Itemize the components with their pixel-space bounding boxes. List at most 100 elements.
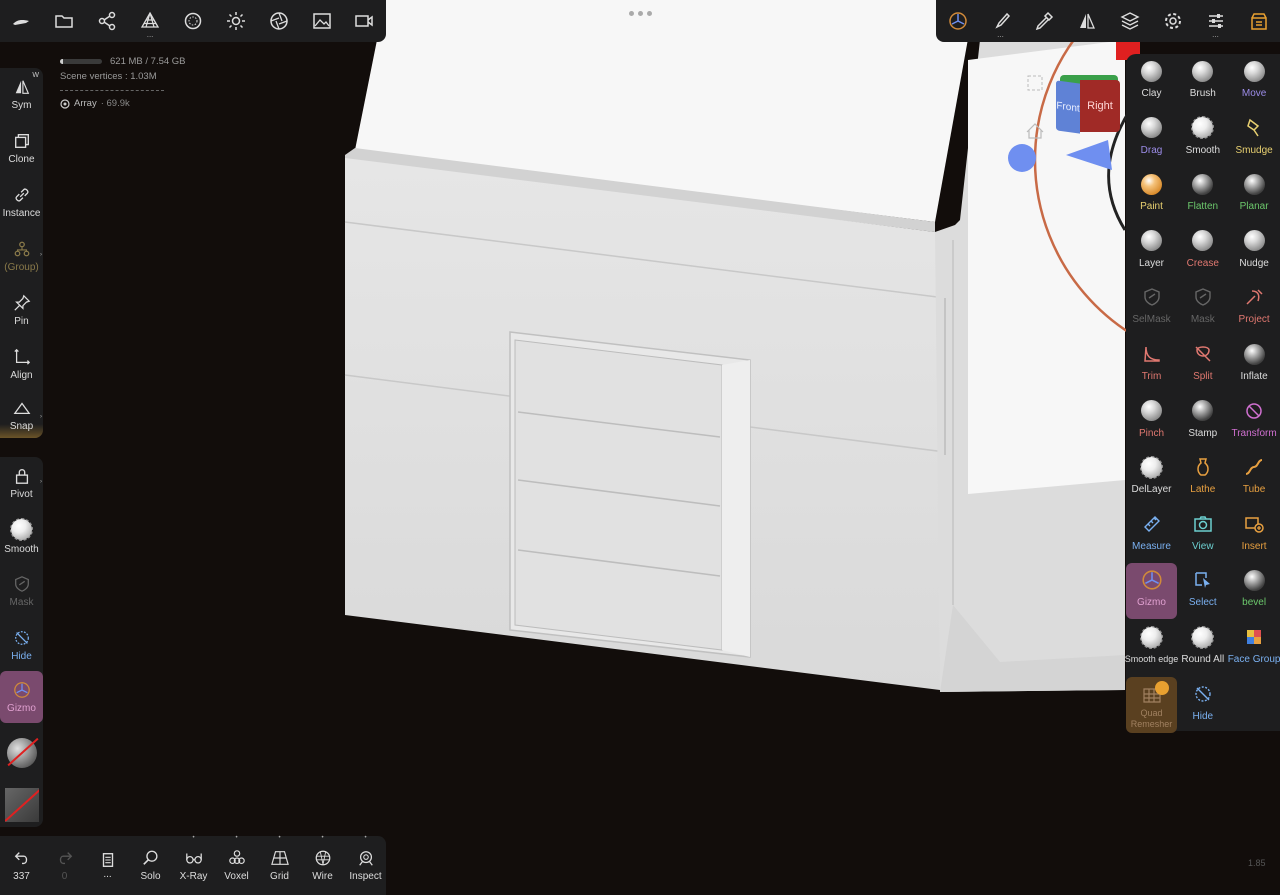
voxel-button[interactable]: • Voxel — [215, 835, 258, 895]
sym-button[interactable]: W Sym — [0, 68, 43, 120]
grid-label: Grid — [270, 871, 289, 882]
tool-face-group[interactable]: Face Group — [1228, 620, 1280, 676]
hide-icon — [14, 630, 29, 645]
snap-button[interactable]: › Snap — [0, 392, 43, 438]
tool-lathe[interactable]: Lathe — [1177, 450, 1228, 506]
tool-gizmo[interactable]: Gizmo — [1126, 563, 1177, 620]
group-icon — [14, 241, 29, 256]
brush-stroke-icon[interactable]: ... — [981, 1, 1021, 41]
sliders-icon[interactable]: ... — [1196, 1, 1236, 41]
bottom-toolbar: 337 0 ... Solo • X-Ray • Voxel • Grid • … — [0, 835, 387, 895]
eyedropper-icon[interactable] — [1024, 1, 1064, 41]
multires-icon[interactable]: ... — [130, 1, 170, 41]
background-button[interactable] — [0, 779, 43, 831]
tool-nudge[interactable]: Nudge — [1229, 224, 1280, 280]
mask-button[interactable]: Mask — [0, 565, 43, 617]
gizmo-icon — [13, 681, 30, 698]
tool-hide[interactable]: Hide — [1177, 677, 1228, 733]
clone-button[interactable]: Clone — [0, 122, 43, 174]
tool-move[interactable]: Move — [1229, 54, 1280, 110]
cube-face-front[interactable]: Front — [1056, 80, 1080, 134]
tool-selmask[interactable]: SelMask — [1126, 280, 1177, 336]
xray-button[interactable]: • X-Ray — [172, 835, 215, 895]
tool-bevel[interactable]: bevel — [1229, 563, 1280, 619]
smooth-button[interactable]: Smooth — [0, 511, 43, 563]
group-button[interactable]: › (Group) — [0, 230, 43, 282]
scene-tree-icon[interactable] — [87, 1, 127, 41]
tool-round-all[interactable]: Round All — [1177, 620, 1228, 676]
move-icon — [1243, 60, 1265, 82]
pivot-button[interactable]: › Pivot — [0, 457, 43, 509]
tool-drag[interactable]: Drag — [1126, 111, 1177, 167]
tool-dellayer[interactable]: DelLayer — [1126, 450, 1177, 506]
gizmo-handle — [1008, 144, 1036, 172]
grid-button[interactable]: • Grid — [258, 835, 301, 895]
undo-button[interactable]: 337 — [0, 836, 43, 895]
tool-view[interactable]: View — [1177, 507, 1228, 563]
tool-select[interactable]: Select — [1177, 563, 1228, 619]
logo-icon[interactable] — [1, 1, 41, 41]
smooth-icon — [1191, 116, 1215, 140]
tool-measure[interactable]: Measure — [1126, 507, 1177, 563]
camera-aperture-icon[interactable] — [259, 1, 299, 41]
viewport-3d[interactable] — [0, 0, 1280, 895]
symmetry-icon[interactable] — [1067, 1, 1107, 41]
array-row[interactable]: Array · 69.9k — [60, 96, 186, 111]
matcap-sphere-icon — [6, 737, 39, 768]
light-icon[interactable] — [216, 1, 256, 41]
hide-button[interactable]: Hide — [0, 619, 43, 671]
tool-label: Paint — [1140, 201, 1163, 213]
more-options-icon[interactable] — [620, 6, 660, 20]
tool-flatten[interactable]: Flatten — [1177, 167, 1228, 223]
wireframe-sphere-icon — [315, 850, 330, 866]
tool-paint[interactable]: Paint — [1126, 167, 1177, 223]
tool-quad-remesher[interactable]: Quad Remesher — [1126, 676, 1177, 733]
tool-planar[interactable]: Planar — [1229, 167, 1280, 223]
pin-button[interactable]: Pin — [0, 284, 43, 336]
cube-face-right[interactable]: Right — [1080, 80, 1120, 132]
video-camera-icon[interactable] — [344, 1, 384, 41]
more-indicator: • — [321, 835, 324, 841]
sphere-material-icon[interactable] — [173, 1, 213, 41]
settings-gear-icon[interactable] — [1153, 1, 1193, 41]
tool-inflate[interactable]: Inflate — [1229, 337, 1280, 393]
gizmo-mode-icon[interactable] — [938, 1, 978, 41]
background-image-icon[interactable] — [302, 1, 342, 41]
tool-pinch[interactable]: Pinch — [1126, 394, 1177, 450]
history-button[interactable]: ... — [86, 836, 129, 895]
array-count: · 69.9k — [100, 98, 130, 109]
wire-button[interactable]: • Wire — [301, 835, 344, 895]
tool-smudge[interactable]: Smudge — [1229, 111, 1280, 167]
tool-brush[interactable]: Brush — [1177, 54, 1228, 110]
tool-smooth-edge[interactable]: Smooth edge — [1124, 620, 1179, 676]
tool-insert[interactable]: Insert — [1229, 507, 1280, 563]
tool-tube[interactable]: Tube — [1229, 450, 1280, 506]
measure-icon — [1141, 513, 1163, 535]
tool-stamp[interactable]: Stamp — [1177, 394, 1228, 450]
tool-transform[interactable]: Transform — [1229, 394, 1280, 450]
tool-trim[interactable]: Trim — [1126, 337, 1177, 393]
smudge-icon — [1243, 117, 1265, 139]
shop-icon[interactable] — [1239, 1, 1279, 41]
tool-clay[interactable]: Clay — [1126, 54, 1177, 110]
tool-mask[interactable]: Mask — [1177, 280, 1228, 336]
instance-button[interactable]: Instance — [0, 176, 43, 228]
tool-layer[interactable]: Layer — [1126, 224, 1177, 280]
expand-icon: › — [40, 414, 42, 420]
inspect-button[interactable]: • Inspect — [344, 835, 387, 895]
gizmo-button[interactable]: Gizmo — [0, 671, 43, 723]
dellayer-icon — [1140, 455, 1163, 479]
solo-button[interactable]: Solo — [129, 836, 172, 895]
folder-icon[interactable] — [44, 1, 84, 41]
layers-icon[interactable] — [1110, 1, 1150, 41]
matcap-button[interactable] — [0, 727, 43, 779]
align-button[interactable]: Align — [0, 338, 43, 390]
tool-project[interactable]: Project — [1229, 280, 1280, 336]
left-toolbar-top: W Sym Clone Instance › (Group) Pin Align… — [0, 68, 43, 438]
redo-button[interactable]: 0 — [43, 836, 86, 895]
tool-split[interactable]: Split — [1177, 337, 1228, 393]
undo-count: 337 — [13, 871, 30, 882]
tool-crease[interactable]: Crease — [1177, 224, 1228, 280]
tool-smooth[interactable]: Smooth — [1177, 111, 1228, 167]
tool-label: Smooth edge — [1124, 654, 1179, 664]
